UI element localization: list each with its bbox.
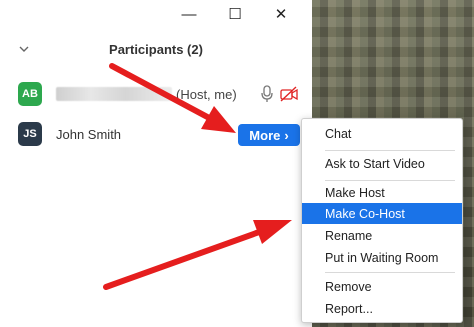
- video-off-icon[interactable]: [280, 86, 298, 102]
- participants-panel: — ☐ ✕ Participants (2) AB (Host, me) JS …: [0, 0, 312, 327]
- maximize-button[interactable]: ☐: [212, 3, 258, 25]
- menu-item-report[interactable]: Report...: [302, 298, 462, 319]
- window-controls: — ☐ ✕: [166, 3, 304, 25]
- microphone-icon[interactable]: [260, 85, 274, 103]
- menu-divider: [325, 180, 455, 181]
- menu-item-chat[interactable]: Chat: [302, 123, 462, 144]
- redacted-name: [56, 87, 172, 101]
- menu-divider: [325, 272, 455, 273]
- avatar: AB: [18, 82, 42, 106]
- avatar: JS: [18, 122, 42, 146]
- more-button[interactable]: More ›: [238, 124, 300, 146]
- host-role-label: (Host, me): [176, 86, 237, 102]
- close-button[interactable]: ✕: [258, 3, 304, 25]
- minimize-button[interactable]: —: [166, 3, 212, 25]
- menu-item-put-in-waiting-room[interactable]: Put in Waiting Room: [302, 247, 462, 268]
- participant-row-host[interactable]: AB (Host, me): [18, 78, 302, 110]
- panel-title: Participants (2): [109, 42, 203, 57]
- menu-item-rename[interactable]: Rename: [302, 225, 462, 246]
- menu-item-ask-to-start-video[interactable]: Ask to Start Video: [302, 153, 462, 174]
- menu-item-make-co-host[interactable]: Make Co-Host: [302, 203, 462, 224]
- menu-item-remove[interactable]: Remove: [302, 276, 462, 297]
- menu-divider: [325, 150, 455, 151]
- chevron-right-icon: ›: [284, 127, 289, 143]
- participant-context-menu: Chat Ask to Start Video Make Host Make C…: [301, 118, 463, 323]
- participant-name: John Smith: [56, 126, 122, 142]
- menu-item-make-host[interactable]: Make Host: [302, 182, 462, 203]
- more-button-label: More: [249, 127, 281, 143]
